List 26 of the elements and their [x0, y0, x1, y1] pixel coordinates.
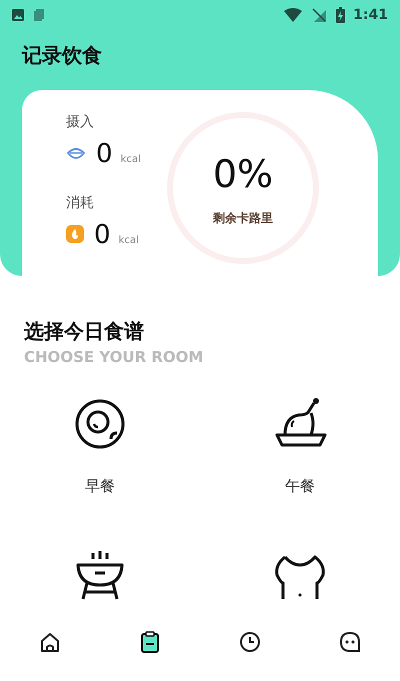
- stat-label: 消耗: [66, 194, 95, 213]
- no-signal-icon: [312, 8, 326, 22]
- bowl-icon: [66, 146, 86, 162]
- percent-value: 0%: [212, 155, 274, 193]
- home-icon[interactable]: [39, 630, 61, 652]
- calorie-unit: kcal: [120, 153, 141, 167]
- flame-icon: [66, 225, 84, 243]
- battery-charging-icon: [336, 7, 346, 23]
- status-time: 1:41: [353, 6, 388, 24]
- clock-icon[interactable]: [239, 630, 261, 652]
- calorie-unit: kcal: [118, 234, 139, 248]
- stat-label: 摄入: [66, 113, 95, 132]
- card-icon: [34, 9, 44, 21]
- page-title: 记录饮食: [22, 43, 102, 67]
- clipboard-icon[interactable]: [139, 630, 161, 652]
- ring-label: 剩余卡路里: [213, 210, 273, 227]
- image-icon: [12, 9, 24, 21]
- chat-bubble-icon[interactable]: [339, 630, 361, 652]
- wifi-icon: [284, 8, 302, 22]
- section-title: 选择今日食谱: [24, 318, 145, 345]
- calorie-value: 0: [96, 141, 113, 167]
- meal-label[interactable]: 午餐: [285, 474, 315, 497]
- egg-icon[interactable]: [73, 396, 127, 450]
- meal-label[interactable]: 早餐: [85, 474, 115, 497]
- section-subtitle: CHOOSE YOUR ROOM: [24, 347, 204, 368]
- calorie-value: 0: [94, 222, 111, 248]
